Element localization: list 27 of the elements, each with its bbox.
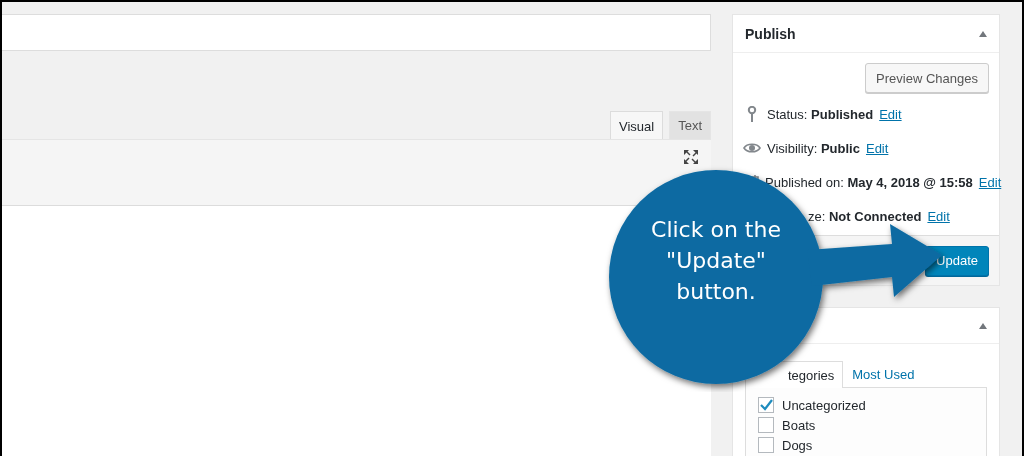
pin-icon	[747, 106, 757, 122]
category-label: Uncategorized	[782, 397, 866, 413]
toggle-arrow-icon[interactable]	[979, 30, 987, 37]
status-text: Published on: May 4, 2018 @ 15:58	[765, 174, 973, 190]
category-tab[interactable]: Most Used	[843, 360, 924, 387]
checkbox[interactable]	[758, 437, 774, 453]
edit-link[interactable]: Edit	[927, 208, 950, 224]
edit-link[interactable]: Edit	[879, 106, 902, 122]
panel-title: Publish	[745, 25, 796, 42]
editor-tab[interactable]: Visual	[609, 111, 664, 140]
category-label: Boats	[782, 417, 816, 433]
category-label: Dogs	[782, 437, 813, 453]
edit-link[interactable]: Edit	[865, 140, 889, 156]
checkbox[interactable]	[758, 417, 774, 433]
preview-changes-button[interactable]: Preview Changes	[865, 63, 989, 93]
edit-link[interactable]: Edit	[978, 174, 1002, 190]
status-text: ze: Not Connected	[807, 208, 922, 224]
status-text: Status: Published	[767, 106, 874, 122]
eye-icon	[743, 141, 761, 155]
callout-text: Click on the "Update" button.	[650, 216, 782, 306]
fullscreen-icon[interactable]	[683, 149, 699, 165]
checkbox[interactable]	[758, 397, 774, 413]
toggle-arrow-icon[interactable]	[979, 322, 987, 329]
editor-tab[interactable]: Text	[669, 111, 711, 139]
status-text: Visibility: Public	[767, 140, 860, 156]
title-field[interactable]	[2, 14, 711, 51]
check-icon	[759, 398, 773, 412]
